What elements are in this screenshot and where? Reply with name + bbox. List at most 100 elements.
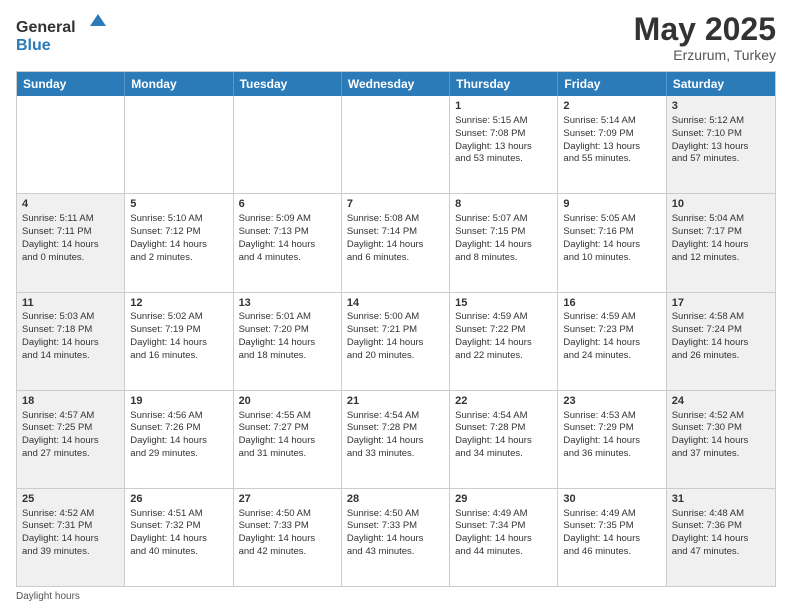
day-number: 18 <box>22 394 119 409</box>
day-info-line: Sunset: 7:09 PM <box>563 128 660 141</box>
day-info-line: Sunrise: 4:58 AM <box>672 311 770 324</box>
day-number: 12 <box>130 296 227 311</box>
day-info-line: Sunrise: 5:15 AM <box>455 115 552 128</box>
day-cell-11: 11Sunrise: 5:03 AMSunset: 7:18 PMDayligh… <box>17 293 125 390</box>
day-info-line: and 34 minutes. <box>455 448 552 461</box>
day-info-line: Sunset: 7:23 PM <box>563 324 660 337</box>
day-cell-28: 28Sunrise: 4:50 AMSunset: 7:33 PMDayligh… <box>342 489 450 586</box>
day-info-line: Daylight: 14 hours <box>563 337 660 350</box>
day-info-line: Daylight: 14 hours <box>239 533 336 546</box>
logo: General Blue <box>16 12 106 57</box>
day-info-line: and 39 minutes. <box>22 546 119 559</box>
day-info-line: Daylight: 13 hours <box>455 141 552 154</box>
day-info-line: Daylight: 14 hours <box>22 239 119 252</box>
day-number: 4 <box>22 197 119 212</box>
day-info-line: Sunrise: 4:50 AM <box>347 508 444 521</box>
day-number: 15 <box>455 296 552 311</box>
empty-cell <box>17 96 125 193</box>
day-info-line: Sunrise: 4:48 AM <box>672 508 770 521</box>
day-info-line: Sunset: 7:11 PM <box>22 226 119 239</box>
day-cell-13: 13Sunrise: 5:01 AMSunset: 7:20 PMDayligh… <box>234 293 342 390</box>
day-info-line: Sunset: 7:26 PM <box>130 422 227 435</box>
day-info-line: Daylight: 14 hours <box>455 337 552 350</box>
empty-cell <box>125 96 233 193</box>
calendar-week-1: 1Sunrise: 5:15 AMSunset: 7:08 PMDaylight… <box>17 96 775 193</box>
day-info-line: Sunset: 7:14 PM <box>347 226 444 239</box>
day-info-line: Sunset: 7:20 PM <box>239 324 336 337</box>
day-info-line: Daylight: 14 hours <box>347 533 444 546</box>
day-cell-7: 7Sunrise: 5:08 AMSunset: 7:14 PMDaylight… <box>342 194 450 291</box>
day-info-line: Sunset: 7:16 PM <box>563 226 660 239</box>
day-number: 11 <box>22 296 119 311</box>
day-info-line: Daylight: 14 hours <box>130 337 227 350</box>
day-cell-6: 6Sunrise: 5:09 AMSunset: 7:13 PMDaylight… <box>234 194 342 291</box>
day-cell-4: 4Sunrise: 5:11 AMSunset: 7:11 PMDaylight… <box>17 194 125 291</box>
day-info-line: Daylight: 14 hours <box>672 337 770 350</box>
day-info-line: Daylight: 14 hours <box>455 239 552 252</box>
day-info-line: and 43 minutes. <box>347 546 444 559</box>
day-info-line: and 4 minutes. <box>239 252 336 265</box>
day-cell-1: 1Sunrise: 5:15 AMSunset: 7:08 PMDaylight… <box>450 96 558 193</box>
day-cell-14: 14Sunrise: 5:00 AMSunset: 7:21 PMDayligh… <box>342 293 450 390</box>
day-number: 9 <box>563 197 660 212</box>
day-info-line: Sunset: 7:12 PM <box>130 226 227 239</box>
day-info-line: Sunrise: 5:03 AM <box>22 311 119 324</box>
header-day-saturday: Saturday <box>667 72 775 96</box>
day-cell-20: 20Sunrise: 4:55 AMSunset: 7:27 PMDayligh… <box>234 391 342 488</box>
page-subtitle: Erzurum, Turkey <box>634 47 776 63</box>
day-number: 8 <box>455 197 552 212</box>
day-info-line: Daylight: 14 hours <box>347 337 444 350</box>
day-cell-12: 12Sunrise: 5:02 AMSunset: 7:19 PMDayligh… <box>125 293 233 390</box>
day-info-line: and 46 minutes. <box>563 546 660 559</box>
day-info-line: Daylight: 14 hours <box>130 435 227 448</box>
day-info-line: and 47 minutes. <box>672 546 770 559</box>
day-info-line: Daylight: 14 hours <box>130 533 227 546</box>
day-info-line: Sunrise: 5:09 AM <box>239 213 336 226</box>
day-cell-15: 15Sunrise: 4:59 AMSunset: 7:22 PMDayligh… <box>450 293 558 390</box>
day-info-line: Sunrise: 4:54 AM <box>455 410 552 423</box>
day-info-line: Daylight: 14 hours <box>239 337 336 350</box>
day-cell-19: 19Sunrise: 4:56 AMSunset: 7:26 PMDayligh… <box>125 391 233 488</box>
day-number: 22 <box>455 394 552 409</box>
day-number: 29 <box>455 492 552 507</box>
day-info-line: Daylight: 14 hours <box>672 435 770 448</box>
day-info-line: Daylight: 14 hours <box>347 239 444 252</box>
calendar-week-3: 11Sunrise: 5:03 AMSunset: 7:18 PMDayligh… <box>17 292 775 390</box>
day-cell-8: 8Sunrise: 5:07 AMSunset: 7:15 PMDaylight… <box>450 194 558 291</box>
day-info-line: Daylight: 14 hours <box>347 435 444 448</box>
day-info-line: Sunrise: 4:51 AM <box>130 508 227 521</box>
day-number: 5 <box>130 197 227 212</box>
day-info-line: and 24 minutes. <box>563 350 660 363</box>
day-info-line: Daylight: 14 hours <box>563 239 660 252</box>
header-day-tuesday: Tuesday <box>234 72 342 96</box>
header-day-monday: Monday <box>125 72 233 96</box>
day-cell-27: 27Sunrise: 4:50 AMSunset: 7:33 PMDayligh… <box>234 489 342 586</box>
day-cell-3: 3Sunrise: 5:12 AMSunset: 7:10 PMDaylight… <box>667 96 775 193</box>
day-info-line: Sunrise: 5:02 AM <box>130 311 227 324</box>
day-cell-24: 24Sunrise: 4:52 AMSunset: 7:30 PMDayligh… <box>667 391 775 488</box>
day-number: 6 <box>239 197 336 212</box>
day-info-line: Sunset: 7:33 PM <box>347 520 444 533</box>
day-info-line: Sunrise: 4:52 AM <box>22 508 119 521</box>
day-info-line: and 16 minutes. <box>130 350 227 363</box>
day-info-line: and 44 minutes. <box>455 546 552 559</box>
day-cell-31: 31Sunrise: 4:48 AMSunset: 7:36 PMDayligh… <box>667 489 775 586</box>
page-title: May 2025 <box>634 12 776 47</box>
day-number: 26 <box>130 492 227 507</box>
title-area: May 2025 Erzurum, Turkey <box>634 12 776 63</box>
header-day-friday: Friday <box>558 72 666 96</box>
calendar-header: SundayMondayTuesdayWednesdayThursdayFrid… <box>17 72 775 96</box>
day-number: 17 <box>672 296 770 311</box>
day-info-line: Sunset: 7:25 PM <box>22 422 119 435</box>
day-info-line: Sunrise: 4:50 AM <box>239 508 336 521</box>
header-day-thursday: Thursday <box>450 72 558 96</box>
day-cell-22: 22Sunrise: 4:54 AMSunset: 7:28 PMDayligh… <box>450 391 558 488</box>
day-cell-21: 21Sunrise: 4:54 AMSunset: 7:28 PMDayligh… <box>342 391 450 488</box>
day-info-line: Sunrise: 4:56 AM <box>130 410 227 423</box>
day-info-line: Sunset: 7:30 PM <box>672 422 770 435</box>
day-info-line: Sunset: 7:10 PM <box>672 128 770 141</box>
day-info-line: Sunset: 7:15 PM <box>455 226 552 239</box>
day-cell-17: 17Sunrise: 4:58 AMSunset: 7:24 PMDayligh… <box>667 293 775 390</box>
day-cell-25: 25Sunrise: 4:52 AMSunset: 7:31 PMDayligh… <box>17 489 125 586</box>
day-info-line: Sunrise: 5:08 AM <box>347 213 444 226</box>
